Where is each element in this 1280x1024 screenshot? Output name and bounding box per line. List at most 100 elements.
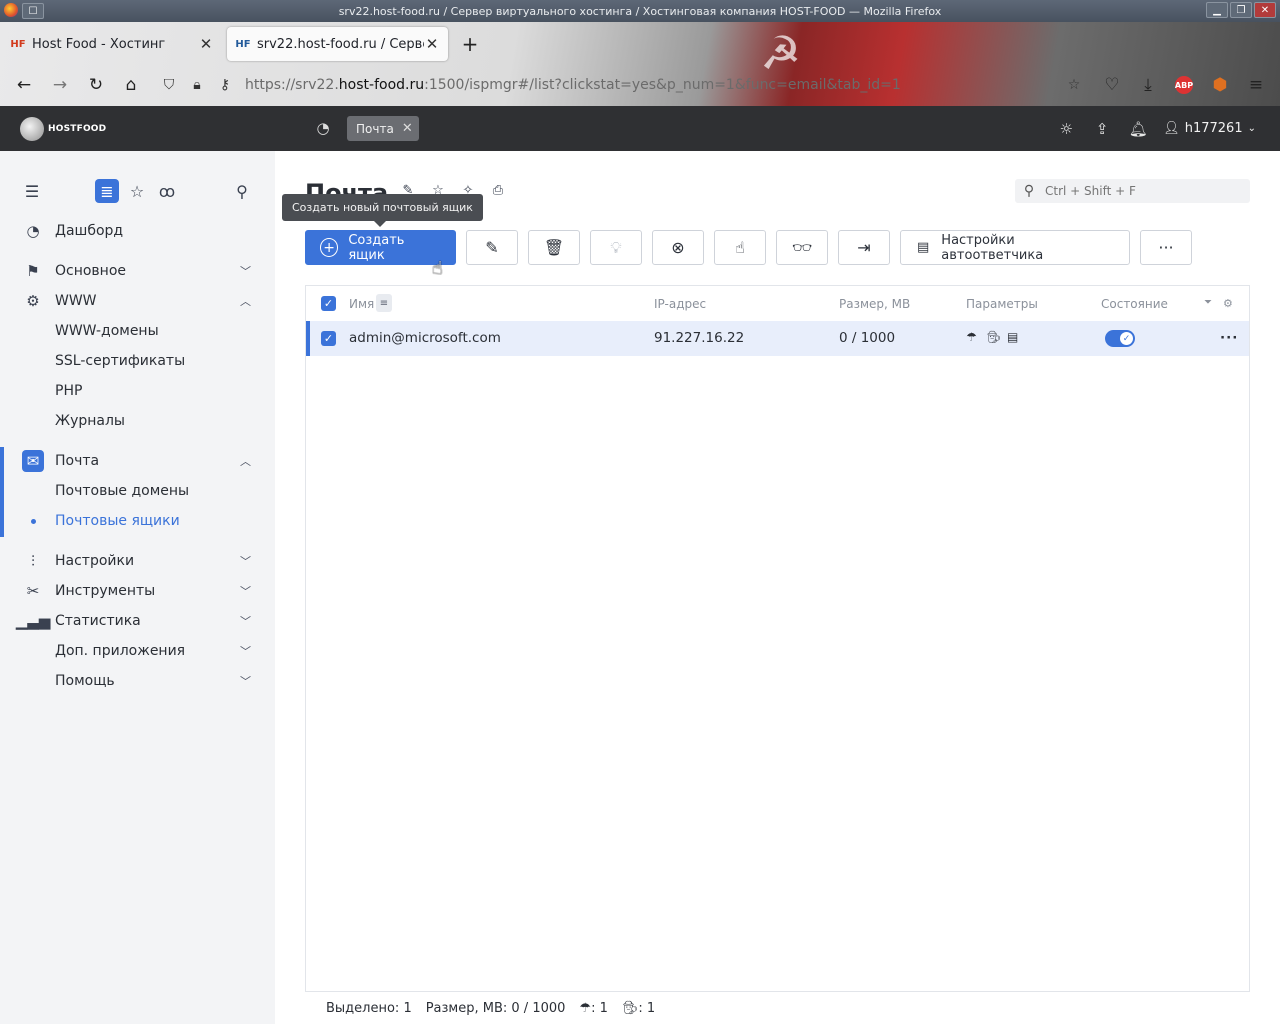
forward-icon[interactable]: → [48, 73, 72, 97]
list-toolbar: + Создать ящик ✎ 🗑︎ 💡︎ ⊗ ☝ 👓︎ ⇥ ▤ Настро… [305, 230, 1250, 265]
sort-icon[interactable]: ≡ [376, 294, 392, 312]
more-actions-button[interactable]: ··· [1140, 230, 1192, 265]
back-icon[interactable]: ← [12, 73, 36, 97]
firefox-icon[interactable] [4, 3, 18, 17]
sidebar-item-stats[interactable]: ▁▃▅ Статистика ﹀ [0, 606, 275, 636]
selected-count: Выделено: 1 [326, 1000, 412, 1016]
sidebar-item-logs[interactable]: Журналы [0, 406, 275, 436]
new-tab-button[interactable]: + [458, 32, 482, 56]
close-chip-icon[interactable]: ✕ [402, 121, 413, 136]
sidebar-item-label: Дашборд [55, 223, 124, 239]
sidebar-item-label: PHP [55, 383, 83, 399]
browser-chrome: ☭ HF Host Food - Хостинг ✕ HF srv22.host… [0, 22, 1280, 106]
sidebar-item-main[interactable]: ⚑ Основное ﹀ [0, 256, 275, 286]
sidebar-item-www[interactable]: ⚙ WWW ︿ [0, 286, 275, 316]
key-icon[interactable]: ⚷ [211, 77, 239, 93]
filter-hand-icon: ☝ [735, 238, 745, 257]
umbrella-count: : 1 [591, 1000, 608, 1016]
url-text[interactable]: https://srv22.host-food.ru:1500/ispmgr#/… [245, 77, 901, 93]
upload-icon[interactable]: ⇪ [1091, 118, 1113, 140]
dashboard-icon[interactable]: ◔ [312, 117, 334, 139]
sidebar-item-settings[interactable]: ⫶ Настройки ﹀ [0, 546, 275, 576]
window-controls: ▁ ❐ ✕ [1206, 2, 1276, 18]
menu-icon[interactable]: ≡ [1244, 73, 1268, 97]
url-bar[interactable]: ⛉ 🔒︎ ⚷ https://srv22.host-food.ru:1500/i… [155, 69, 1092, 101]
theme-sun-icon[interactable]: ☼ [1055, 118, 1077, 140]
sidebar-item-help[interactable]: Помощь ﹀ [0, 666, 275, 696]
flag-icon: ⚑ [26, 262, 40, 280]
row-checkbox[interactable]: ✓ [321, 331, 336, 346]
edit-button[interactable]: ✎ [466, 230, 518, 265]
download-icon[interactable]: ⤓ [1136, 73, 1160, 97]
column-params[interactable]: Параметры [966, 297, 1038, 311]
sidebar-item-mail[interactable]: ✉ Почта ︿ [0, 446, 275, 476]
status-toggle[interactable] [1105, 330, 1135, 347]
close-tab-icon[interactable]: ✕ [198, 35, 214, 53]
user-menu[interactable]: 👤︎ h177261 ⌄ [1163, 121, 1256, 136]
active-section-chip[interactable]: Почта ✕ [347, 116, 419, 141]
sidebar-item-apps[interactable]: Доп. приложения ﹀ [0, 636, 275, 666]
tab-srv22[interactable]: HF srv22.host-food.ru / Сервер ✕ [227, 27, 448, 61]
settings-gear-icon[interactable]: ⚙ [1223, 297, 1233, 310]
table-row[interactable]: ✓ admin@microsoft.com 91.227.16.22 0 / 1… [306, 321, 1249, 356]
enable-button[interactable]: 💡︎ [590, 230, 642, 265]
column-name[interactable]: Имя [349, 297, 374, 311]
sidebar-item-label: Инструменты [55, 583, 156, 599]
hostfood-favicon-icon: HF [10, 38, 26, 50]
search-box[interactable]: ⚲ [1015, 179, 1250, 203]
select-all-checkbox[interactable]: ✓ [321, 296, 336, 311]
pocket-icon[interactable]: ♡ [1100, 73, 1124, 97]
minimize-button[interactable]: ▁ [1206, 2, 1228, 18]
extension-shield-icon[interactable]: ⬢ [1208, 73, 1232, 97]
column-status[interactable]: Состояние [1101, 297, 1168, 311]
sidebar-item-mailboxes[interactable]: Почтовые ящики [0, 506, 275, 536]
disable-button[interactable]: ⊗ [652, 230, 704, 265]
tab-label: srv22.host-food.ru / Сервер [257, 36, 424, 52]
export-icon[interactable]: ⎙ [489, 181, 507, 199]
search-input[interactable] [1045, 184, 1235, 198]
mail-filter-button[interactable]: ☝ [714, 230, 766, 265]
bookmark-star-icon[interactable]: ☆ [1060, 77, 1088, 93]
reload-icon[interactable]: ↻ [84, 73, 108, 97]
sidebar-item-tools[interactable]: ✂ Инструменты ﹀ [0, 576, 275, 606]
bell-icon[interactable]: 🔔︎ [1127, 118, 1149, 140]
sidebar-item-dashboard[interactable]: ◔ Дашборд [0, 216, 275, 246]
adblock-icon[interactable]: ABP [1172, 73, 1196, 97]
sidebar-item-mail-domains[interactable]: Почтовые домены [0, 476, 275, 506]
tab-hostfood[interactable]: HF Host Food - Хостинг ✕ [2, 27, 222, 61]
lightbulb-on-icon: 💡︎ [610, 237, 622, 257]
delete-button[interactable]: 🗑︎ [528, 230, 580, 265]
filter-icon[interactable]: ⏷ [1204, 297, 1212, 308]
sidebar-item-php[interactable]: PHP [0, 376, 275, 406]
view-button[interactable]: 👓︎ [776, 230, 828, 265]
column-ip[interactable]: IP-адрес [654, 297, 706, 311]
sidebar-item-label: Основное [55, 263, 127, 279]
maximize-button[interactable]: ❐ [1230, 2, 1252, 18]
lock-icon[interactable]: 🔒︎ [183, 77, 211, 93]
search-icon: ⚲ [1023, 183, 1035, 199]
hamburger-icon[interactable]: ☰ [20, 179, 44, 203]
row-menu-icon[interactable]: ··· [1220, 330, 1238, 346]
close-window-button[interactable]: ✕ [1254, 2, 1276, 18]
search-icon[interactable]: ⚲ [230, 179, 254, 203]
autoresponder-settings-button[interactable]: ▤ Настройки автоответчика [900, 230, 1130, 265]
close-tab-icon[interactable]: ✕ [424, 35, 440, 53]
list-view-icon[interactable]: ≣ [95, 179, 119, 203]
chevron-down-icon: ﹀ [240, 615, 251, 628]
sidebar-item-ssl[interactable]: SSL-сертификаты [0, 346, 275, 376]
window-menu: ☐ [4, 3, 44, 19]
favorites-star-icon[interactable]: ☆ [125, 179, 149, 203]
window-menu-button[interactable]: ☐ [22, 3, 44, 19]
chevron-up-icon: ︿ [240, 455, 251, 468]
hostfood-logo[interactable]: HOSTFOOD [20, 117, 106, 141]
tracking-shield-icon[interactable]: ⛉ [155, 77, 183, 93]
home-icon[interactable]: ⌂ [119, 73, 143, 97]
column-size[interactable]: Размер, MB [839, 297, 910, 311]
lightbulb-off-icon: ⊗ [671, 238, 685, 257]
login-button[interactable]: ⇥ [838, 230, 890, 265]
footprints-icon[interactable]: ꝏ [155, 179, 179, 203]
tab-strip: HF Host Food - Хостинг ✕ HF srv22.host-f… [0, 22, 1280, 64]
ellipsis-icon: ··· [1158, 238, 1174, 257]
sidebar-item-www-domains[interactable]: WWW-домены [0, 316, 275, 346]
spy-icon: 🕵︎ [621, 1000, 639, 1016]
